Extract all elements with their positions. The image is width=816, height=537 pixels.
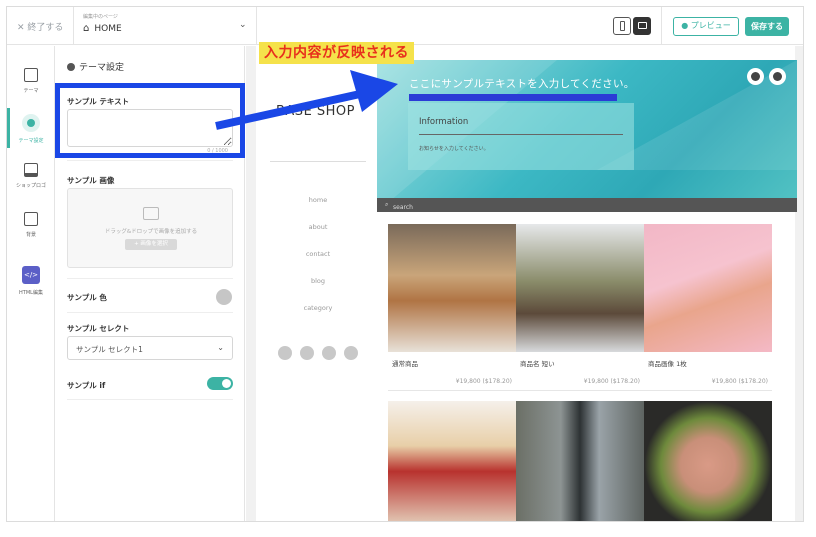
product-name: 商品名 短い [520, 360, 555, 368]
dropzone-text: ドラッグ&ドロップで画像を追加する [104, 229, 198, 235]
product-image[interactable] [388, 224, 516, 352]
nav-item-label: テーマ [23, 88, 39, 94]
twitter-icon[interactable] [300, 346, 314, 360]
chevron-down-icon: ⌄ [217, 343, 224, 352]
sample-if-label: サンプル if [67, 381, 106, 390]
panel-title: テーマ設定 [67, 60, 124, 73]
image-dropzone[interactable]: ドラッグ&ドロップで画像を追加する + 画像を選択 [67, 188, 233, 268]
product-name: 商品画像 1枚 [648, 360, 687, 368]
code-icon: </> [22, 266, 40, 284]
nav-item-background[interactable]: 背景 [7, 212, 55, 238]
nav-item-html-edit[interactable]: </> HTML編集 [7, 266, 55, 296]
home-icon: ⌂ [83, 23, 90, 34]
mobile-view-button[interactable] [613, 17, 631, 35]
exit-button[interactable]: ✕ 終了する [17, 20, 63, 33]
product-image[interactable] [388, 401, 516, 521]
information-title: Information [419, 117, 469, 127]
image-icon [143, 207, 159, 220]
background-icon [24, 212, 38, 226]
menu-item-home[interactable]: home [256, 196, 380, 204]
select-value: サンプル セレクト1 [76, 345, 143, 354]
sample-select-label: サンプル セレクト [67, 324, 130, 333]
shop-logo[interactable]: BASE SHOP [276, 104, 355, 119]
sample-select[interactable]: サンプル セレクト1 ⌄ [67, 336, 233, 360]
sample-image-label: サンプル 画像 [67, 176, 115, 185]
product-card[interactable] [644, 401, 772, 521]
cart-icon[interactable] [769, 68, 786, 85]
palette-icon [22, 114, 40, 132]
product-card[interactable] [388, 401, 516, 521]
site-preview: BASE SHOP home about contact blog catego… [246, 46, 803, 521]
preview-button[interactable]: ● プレビュー [673, 17, 739, 36]
menu-item-about[interactable]: about [256, 223, 380, 231]
menu-item-blog[interactable]: blog [256, 277, 380, 285]
nav-item-theme[interactable]: テーマ [7, 68, 55, 94]
highlight-underline [409, 94, 617, 101]
divider [516, 390, 644, 391]
product-image[interactable] [644, 401, 772, 521]
product-image[interactable] [516, 224, 644, 352]
save-button[interactable]: 保存する [745, 17, 789, 36]
product-image[interactable] [644, 224, 772, 352]
page-selector[interactable]: 編集中のページ ⌂ HOME [83, 13, 122, 34]
home-icon[interactable] [344, 346, 358, 360]
instagram-icon[interactable] [322, 346, 336, 360]
chevron-down-icon[interactable]: ⌄ [239, 20, 247, 30]
divider [419, 134, 623, 135]
left-nav: テーマ テーマ設定 ショップロゴ 背景 </> HTML編集 [7, 46, 55, 521]
panel-title-text: テーマ設定 [79, 63, 125, 73]
divider [73, 7, 74, 45]
divider [644, 390, 772, 391]
shop-page: BASE SHOP home about contact blog catego… [256, 46, 797, 521]
page-name: ⌂ HOME [83, 23, 122, 34]
nav-item-label: ショップロゴ [15, 183, 46, 189]
desktop-icon [638, 22, 647, 29]
theme-icon [24, 68, 38, 82]
edit-page-label: 編集中のページ [83, 14, 118, 20]
product-price: ¥19,800 ($178.20) [711, 378, 768, 385]
editor-topbar: ✕ 終了する 編集中のページ ⌂ HOME ⌄ ● プレビュー 保存する [7, 7, 803, 45]
color-swatch[interactable] [216, 289, 232, 305]
divider [67, 160, 233, 161]
menu-item-category[interactable]: category [256, 304, 380, 312]
divider [661, 7, 662, 45]
account-icon[interactable] [747, 68, 764, 85]
hero-banner: ここにサンプルテキストを入力してください。 Information お知らせを入… [377, 60, 797, 212]
divider [388, 390, 516, 391]
product-price: ¥19,800 ($178.20) [583, 378, 640, 385]
sample-color-label: サンプル 色 [67, 293, 107, 302]
product-name: 通常商品 [392, 360, 418, 368]
nav-item-label: HTML編集 [19, 290, 43, 296]
desktop-view-button[interactable] [633, 17, 651, 35]
nav-item-label: テーマ設定 [18, 138, 44, 144]
divider [270, 161, 366, 162]
annotation-label: 入力内容が反映される [259, 42, 414, 64]
page-name-text: HOME [94, 24, 122, 34]
divider [67, 399, 233, 400]
nav-item-shop-logo[interactable]: ショップロゴ [7, 163, 55, 189]
product-card[interactable] [516, 401, 644, 521]
sample-if-toggle[interactable] [207, 377, 233, 390]
search-bar[interactable]: ⌕ search [377, 198, 797, 212]
palette-icon [67, 63, 75, 71]
search-placeholder: ⌕ search [385, 201, 413, 211]
input-highlight-box [55, 83, 245, 158]
information-text: お知らせを入力してください。 [419, 146, 489, 152]
mobile-icon [620, 21, 625, 31]
divider [67, 312, 233, 313]
divider [67, 278, 233, 279]
divider [256, 7, 257, 45]
select-image-button[interactable]: + 画像を選択 [125, 239, 177, 250]
product-price: ¥19,800 ($178.20) [455, 378, 512, 385]
hero-text: ここにサンプルテキストを入力してください。 [409, 78, 635, 90]
product-image[interactable] [516, 401, 644, 521]
information-box: Information お知らせを入力してください。 [408, 103, 634, 170]
nav-item-theme-settings[interactable]: テーマ設定 [7, 114, 55, 144]
facebook-icon[interactable] [278, 346, 292, 360]
nav-item-label: 背景 [25, 232, 36, 238]
logo-icon [24, 163, 38, 177]
menu-item-contact[interactable]: contact [256, 250, 380, 258]
